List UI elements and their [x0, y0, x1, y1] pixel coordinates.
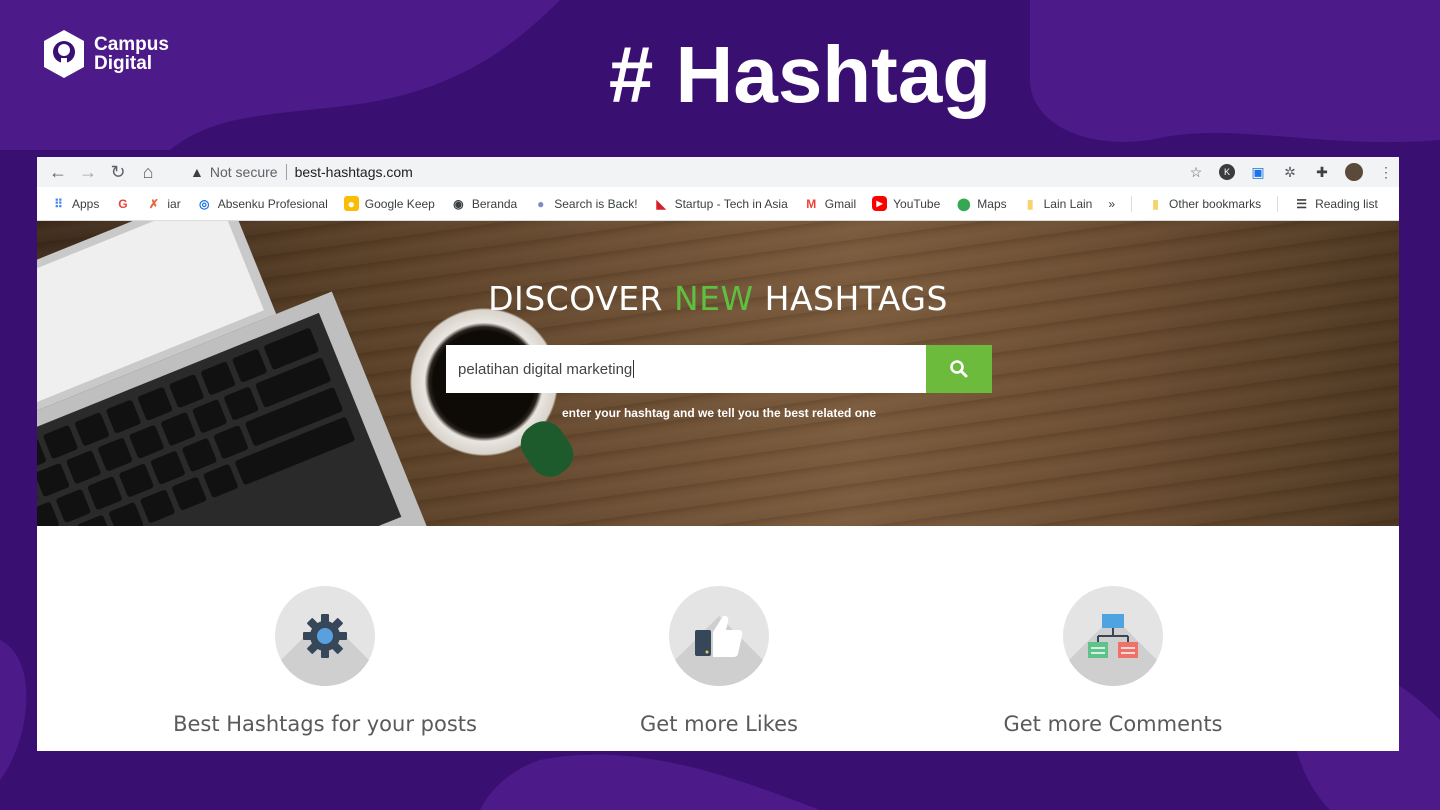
- laptop-image: [37, 221, 437, 526]
- extension-k-icon[interactable]: K: [1219, 164, 1235, 180]
- hero-subtitle: enter your hashtag and we tell you the b…: [561, 406, 877, 420]
- search-button[interactable]: [926, 345, 992, 393]
- fingerprint-icon: ◎: [198, 196, 210, 211]
- feature-label: Best Hashtags for your posts: [173, 712, 477, 736]
- bookmark-label: YouTube: [893, 196, 941, 211]
- bookmark-label: Absenku Profesional: [217, 196, 328, 211]
- url-text: best-hashtags.com: [294, 164, 413, 180]
- address-bar[interactable]: ▲ Not secure best-hashtags.com: [180, 159, 1210, 185]
- text-cursor: [633, 360, 635, 378]
- iar-icon: ✗: [148, 196, 159, 211]
- bookmark-apps[interactable]: ⠿ Apps: [51, 196, 99, 211]
- extension-translate-icon[interactable]: ▣: [1249, 163, 1267, 181]
- bookmark-label: Google Keep: [364, 196, 435, 211]
- warning-triangle-icon: ▲: [190, 164, 204, 180]
- extensions-puzzle-icon[interactable]: ✚: [1313, 163, 1331, 181]
- search-icon: [950, 360, 968, 378]
- bookmark-absenku[interactable]: ◎ Absenku Profesional: [197, 196, 328, 211]
- menu-kebab-icon[interactable]: ⋮: [1377, 163, 1395, 181]
- profile-avatar[interactable]: [1345, 163, 1363, 181]
- star-bookmark-icon[interactable]: ☆: [1187, 163, 1205, 181]
- apps-grid-icon: ⠿: [54, 196, 63, 211]
- feature-icon-circle: [275, 586, 375, 686]
- hashtag-search-input[interactable]: pelatihan digital marketing: [446, 345, 926, 393]
- hero-heading-part2: HASHTAGS: [753, 279, 948, 318]
- bookmark-label: Apps: [72, 196, 100, 211]
- bookmark-label: Maps: [977, 196, 1007, 211]
- hero-heading: DISCOVER NEW HASHTAGS: [37, 279, 1399, 318]
- bookmark-search-is-back[interactable]: ● Search is Back!: [533, 196, 638, 211]
- search-input-value: pelatihan digital marketing: [458, 360, 633, 378]
- hero-section: DISCOVER NEW HASHTAGS pelatihan digital …: [37, 221, 1399, 526]
- bookmark-other-bookmarks[interactable]: ▮ Other bookmarks: [1148, 196, 1261, 211]
- bookmark-label: iar: [167, 196, 181, 211]
- browser-window: ← → ↻ ⌂ ▲ Not secure best-hashtags.com ☆…: [37, 157, 1399, 751]
- home-icon[interactable]: ⌂: [133, 157, 163, 187]
- bookmarks-overflow[interactable]: »: [1108, 197, 1115, 211]
- hero-heading-accent: NEW: [673, 279, 754, 318]
- bookmark-folder-lain-lain[interactable]: ▮ Lain Lain: [1023, 196, 1093, 211]
- bookmarks-bar: ⠿ Apps G ✗ iar ◎ Absenku Profesional ● G…: [37, 187, 1399, 221]
- bookmark-label: Gmail: [824, 196, 857, 211]
- bookmark-gmail[interactable]: M Gmail: [804, 196, 856, 211]
- bookmark-google[interactable]: G: [115, 196, 130, 211]
- slide-title: # Hashtag: [608, 30, 992, 119]
- bookmark-youtube[interactable]: ▶ YouTube: [872, 196, 940, 211]
- bookmark-label: Startup - Tech in Asia: [674, 196, 788, 211]
- sitemap-icon: [1088, 614, 1138, 658]
- gear-icon: [303, 614, 347, 658]
- folder-icon: ▮: [1026, 196, 1034, 211]
- browser-toolbar: ← → ↻ ⌂ ▲ Not secure best-hashtags.com ☆…: [37, 157, 1399, 187]
- bookmark-label: Beranda: [471, 196, 518, 211]
- bookmark-iar[interactable]: ✗ iar: [146, 196, 181, 211]
- back-arrow-icon[interactable]: ←: [43, 157, 73, 187]
- feature-label: Get more Comments: [1003, 712, 1223, 736]
- keep-icon: ●: [343, 196, 359, 211]
- feature-best-hashtags: Best Hashtags for your posts: [135, 586, 515, 736]
- search-back-icon: ●: [537, 196, 545, 211]
- maps-pin-icon: ⬤: [957, 196, 971, 211]
- globe-icon: ◉: [453, 196, 464, 211]
- bookmarks-divider: [1277, 195, 1279, 212]
- thumbs-up-icon: [695, 615, 743, 657]
- reload-icon[interactable]: ↻: [103, 157, 133, 187]
- not-secure-label: Not secure: [209, 164, 278, 180]
- feature-icon-circle: [1063, 586, 1163, 686]
- folder-icon: ▮: [1152, 196, 1159, 211]
- extension-gear-icon[interactable]: ✲: [1281, 163, 1299, 181]
- youtube-icon: ▶: [872, 196, 888, 211]
- bookmark-label: Lain Lain: [1043, 196, 1093, 211]
- feature-label: Get more Likes: [640, 712, 798, 736]
- bookmark-label: Other bookmarks: [1169, 196, 1262, 211]
- overflow-chevron-icon: »: [1108, 196, 1116, 211]
- bookmark-label: Search is Back!: [554, 196, 638, 211]
- bookmark-label: Reading list: [1315, 196, 1378, 211]
- bookmarks-divider: [1131, 195, 1133, 212]
- bookmark-reading-list[interactable]: ☰ Reading list: [1294, 196, 1378, 211]
- forward-arrow-icon[interactable]: →: [73, 157, 103, 187]
- feature-icon-circle: [669, 586, 769, 686]
- hero-heading-part1: DISCOVER: [488, 279, 674, 318]
- bookmark-maps[interactable]: ⬤ Maps: [956, 196, 1007, 211]
- features-section: Best Hashtags for your posts Get more Li…: [37, 526, 1399, 751]
- toolbar-right: ☆ K ▣ ✲ ✚ ⋮: [1187, 157, 1399, 187]
- feature-more-comments: Get more Comments: [923, 586, 1303, 736]
- omnibox-divider: [285, 164, 287, 180]
- google-icon: G: [118, 196, 128, 211]
- bookmark-google-keep[interactable]: ● Google Keep: [343, 196, 435, 211]
- techinasia-icon: ◣: [656, 196, 666, 211]
- feature-more-likes: Get more Likes: [529, 586, 909, 736]
- gmail-icon: M: [806, 196, 817, 211]
- reading-list-icon: ☰: [1296, 196, 1307, 211]
- bookmark-beranda[interactable]: ◉ Beranda: [451, 196, 517, 211]
- bookmark-tech-in-asia[interactable]: ◣ Startup - Tech in Asia: [654, 196, 788, 211]
